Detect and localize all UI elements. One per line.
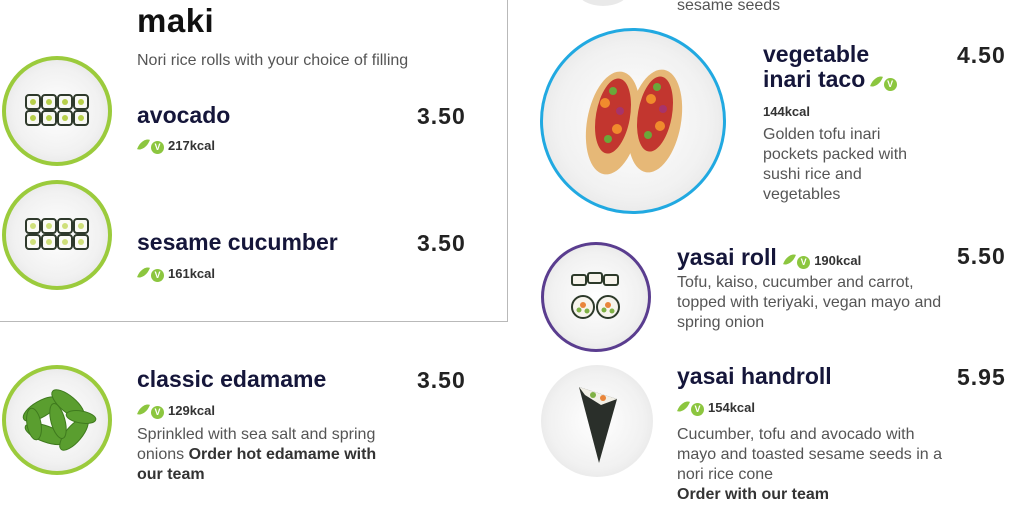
item-desc-yasai-handroll: Cucumber, tofu and avocado with mayo and… <box>677 425 957 505</box>
item-name-sesame-cucumber: sesame cucumber <box>137 229 338 255</box>
sesame-cucumber-maki-image <box>2 180 112 290</box>
leaf-icon <box>137 401 150 418</box>
partial-plate-image <box>578 0 628 6</box>
item-kcal-sesame-cucumber: 161kcal <box>168 266 215 281</box>
item-badges-sesame-cucumber: V 161kcal <box>137 264 215 283</box>
section-title-maki: maki <box>137 2 215 39</box>
item-desc-yasai-roll: Tofu, kaiso, cucumber and carrot, topped… <box>677 274 942 331</box>
item-name-classic-edamame: classic edamame <box>137 366 327 392</box>
item-name-yasai-handroll: yasai handroll <box>677 363 832 389</box>
item-price-sesame-cucumber: 3.50 <box>417 230 466 256</box>
yasai-roll-image <box>541 242 651 352</box>
item-kcal-vegetable-inari-taco: 144kcal <box>763 104 810 119</box>
vegan-v-icon: V <box>151 406 164 419</box>
vegan-v-icon: V <box>151 141 164 154</box>
item-name-yasai-roll: yasai roll <box>677 244 777 270</box>
edamame-image <box>2 365 112 475</box>
item-desc-classic-edamame: Sprinkled with sea salt and spring onion… <box>137 425 377 485</box>
item-heading-yasai-roll: yasai roll V 190kcal <box>677 245 861 270</box>
leaf-icon <box>137 264 150 281</box>
vegan-v-icon: V <box>797 256 811 269</box>
item-price-yasai-roll: 5.50 <box>957 243 1006 269</box>
item-name-line1: vegetable <box>763 41 870 67</box>
item-price-yasai-handroll: 5.95 <box>957 364 1006 390</box>
item-price-avocado: 3.50 <box>417 103 466 129</box>
vegan-v-icon: V <box>883 78 897 91</box>
vegan-v-icon: V <box>151 269 164 282</box>
maki-description: Nori rice rolls with your choice of fill… <box>137 52 409 69</box>
leaf-icon <box>677 398 690 415</box>
item-price-classic-edamame: 3.50 <box>417 367 466 393</box>
item-name-line2: inari taco V <box>763 67 901 92</box>
inari-taco-image <box>540 28 726 214</box>
previous-item-desc-fragment: sesame seeds <box>677 0 781 14</box>
leaf-icon <box>783 251 797 268</box>
item-kcal-yasai-handroll: 154kcal <box>708 400 755 415</box>
item-kcal-yasai-roll: 190kcal <box>814 253 862 268</box>
avocado-maki-image <box>2 56 112 166</box>
item-price-vegetable-inari-taco: 4.50 <box>957 42 1006 68</box>
item-kcal-avocado: 217kcal <box>168 138 215 153</box>
leaf-icon <box>869 73 883 90</box>
handroll-desc-text: Cucumber, tofu and avocado with mayo and… <box>677 426 943 483</box>
handroll-order-note: Order with our team <box>677 486 830 503</box>
item-name-avocado: avocado <box>137 102 231 128</box>
item-badges-yasai-handroll: V 154kcal <box>677 398 755 417</box>
item-kcal-classic-edamame: 129kcal <box>168 403 215 418</box>
yasai-handroll-image <box>541 365 653 477</box>
item-badges-avocado: V 217kcal <box>137 136 215 155</box>
item-name-vegetable-inari-taco: vegetable inari taco V <box>763 42 901 92</box>
item-desc-vegetable-inari-taco: Golden tofu inari pockets packed with su… <box>763 126 908 203</box>
item-badges-classic-edamame: V 129kcal <box>137 401 215 420</box>
vegan-v-icon: V <box>691 403 704 416</box>
leaf-icon <box>137 136 150 153</box>
item-name-line2-text: inari taco <box>763 66 866 92</box>
